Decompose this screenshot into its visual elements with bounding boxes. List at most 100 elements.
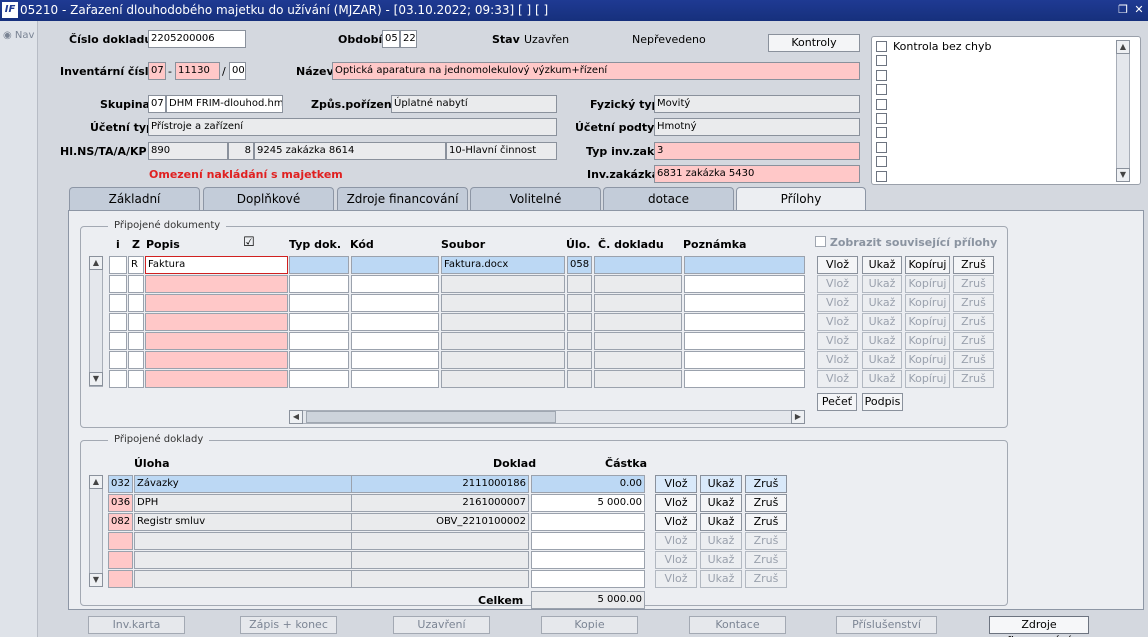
linked-show-button[interactable]: Ukaž bbox=[700, 513, 742, 531]
doc-cell-i[interactable] bbox=[109, 351, 127, 369]
doc-cell-i[interactable] bbox=[109, 370, 127, 388]
linked-castka-cell[interactable]: 5 000.00 bbox=[531, 494, 645, 512]
linked-doklad-cell[interactable] bbox=[351, 570, 529, 588]
doc-copy-button[interactable]: Kopíruj bbox=[905, 351, 950, 369]
doc-cell-kod[interactable] bbox=[351, 294, 439, 312]
linked-code-cell[interactable] bbox=[108, 532, 133, 550]
tab-prilohy[interactable]: Přílohy bbox=[736, 187, 866, 211]
doc-cell-ulo[interactable] bbox=[567, 313, 592, 331]
doc-cell-soubor[interactable] bbox=[441, 351, 565, 369]
doc-cell-cdok[interactable] bbox=[594, 370, 682, 388]
docs-scroll-left-icon[interactable]: ◀ bbox=[289, 410, 303, 424]
total-field[interactable]: 5 000.00 bbox=[531, 591, 645, 609]
doc-insert-button[interactable]: Vlož bbox=[817, 256, 858, 274]
doc-cell-i[interactable] bbox=[109, 256, 127, 274]
hlns-ns-field[interactable]: 890 bbox=[148, 142, 228, 160]
doc-cell-z[interactable] bbox=[128, 275, 144, 293]
doc-cell-kod[interactable] bbox=[351, 332, 439, 350]
doc-cell-kod[interactable] bbox=[351, 370, 439, 388]
doc-cell-pozn[interactable] bbox=[684, 313, 805, 331]
linked-code-cell[interactable]: 082 bbox=[108, 513, 133, 531]
doc-cell-z[interactable]: R bbox=[128, 256, 144, 274]
seal-button[interactable]: Pečeť bbox=[817, 393, 857, 411]
doc-cell-ulo[interactable] bbox=[567, 332, 592, 350]
tab-doplnkove[interactable]: Doplňkové bbox=[203, 187, 334, 210]
doc-cell-i[interactable] bbox=[109, 332, 127, 350]
linked-doklad-cell[interactable]: 2161000007 bbox=[351, 494, 529, 512]
linked-show-button[interactable]: Ukaž bbox=[700, 551, 742, 569]
doc-cell-i[interactable] bbox=[109, 313, 127, 331]
sign-button[interactable]: Podpis bbox=[862, 393, 903, 411]
linked-doklad-cell[interactable]: OBV_2210100002 bbox=[351, 513, 529, 531]
checks-scroll-down-icon[interactable]: ▼ bbox=[1116, 168, 1130, 182]
check-box[interactable] bbox=[876, 127, 887, 139]
hlns-a-field[interactable]: 9245 zakázka 8614 bbox=[254, 142, 446, 160]
linked-castka-cell[interactable] bbox=[531, 551, 645, 569]
doc-cell-typ[interactable] bbox=[289, 332, 349, 350]
doc-cell-popis[interactable] bbox=[145, 332, 288, 350]
doc-copy-button[interactable]: Kopíruj bbox=[905, 313, 950, 331]
group-code-field[interactable]: 07 bbox=[148, 95, 166, 113]
linked-insert-button[interactable]: Vlož bbox=[655, 551, 697, 569]
docs-scrollbar[interactable] bbox=[89, 256, 103, 387]
inv-order-field[interactable]: 6831 zakázka 5430 bbox=[654, 165, 860, 183]
doc-cell-z[interactable] bbox=[128, 370, 144, 388]
doc-insert-button[interactable]: Vlož bbox=[817, 370, 858, 388]
doc-cell-popis[interactable] bbox=[145, 370, 288, 388]
checkmark-icon[interactable]: ☑ bbox=[243, 235, 255, 250]
doc-show-button[interactable]: Ukaž bbox=[862, 332, 902, 350]
doc-delete-button[interactable]: Zruš bbox=[953, 294, 994, 312]
doc-show-button[interactable]: Ukaž bbox=[862, 370, 902, 388]
tab-zdroje-financovani[interactable]: Zdroje financování bbox=[337, 187, 468, 210]
name-field[interactable]: Optická aparatura na jednomolekulový výz… bbox=[332, 62, 860, 80]
doc-insert-button[interactable]: Vlož bbox=[817, 332, 858, 350]
physical-type-field[interactable]: Movitý bbox=[654, 95, 860, 113]
linked-castka-cell[interactable]: 0.00 bbox=[531, 475, 645, 493]
hlns-ta-field[interactable]: 8 bbox=[228, 142, 254, 160]
doc-cell-z[interactable] bbox=[128, 351, 144, 369]
doc-cell-i[interactable] bbox=[109, 294, 127, 312]
doc-number-field[interactable]: 2205200006 bbox=[148, 30, 246, 48]
doc-copy-button[interactable]: Kopíruj bbox=[905, 256, 950, 274]
check-box[interactable] bbox=[876, 55, 887, 67]
footer-button-1[interactable]: Zápis + konec bbox=[240, 616, 337, 634]
accounting-subtype-field[interactable]: Hmotný bbox=[654, 118, 860, 136]
doc-cell-kod[interactable] bbox=[351, 351, 439, 369]
linked-delete-button[interactable]: Zruš bbox=[745, 570, 787, 588]
doc-cell-kod[interactable] bbox=[351, 275, 439, 293]
tab-volitelne[interactable]: Volitelné bbox=[470, 187, 601, 210]
linked-show-button[interactable]: Ukaž bbox=[700, 570, 742, 588]
doc-cell-soubor[interactable] bbox=[441, 313, 565, 331]
doc-cell-soubor[interactable] bbox=[441, 275, 565, 293]
footer-button-0[interactable]: Inv.karta bbox=[88, 616, 185, 634]
linked-scroll-up-icon[interactable]: ▲ bbox=[89, 475, 103, 489]
doc-cell-typ[interactable] bbox=[289, 275, 349, 293]
doc-cell-cdok[interactable] bbox=[594, 313, 682, 331]
linked-delete-button[interactable]: Zruš bbox=[745, 513, 787, 531]
doc-cell-soubor[interactable] bbox=[441, 332, 565, 350]
doc-cell-typ[interactable] bbox=[289, 351, 349, 369]
doc-cell-z[interactable] bbox=[128, 332, 144, 350]
linked-castka-cell[interactable] bbox=[531, 532, 645, 550]
inventory-number-part-b[interactable]: 11130 bbox=[175, 62, 220, 80]
doc-cell-pozn[interactable] bbox=[684, 332, 805, 350]
doc-show-button[interactable]: Ukaž bbox=[862, 275, 902, 293]
doc-cell-z[interactable] bbox=[128, 313, 144, 331]
show-related-checkbox[interactable] bbox=[815, 236, 826, 247]
linked-insert-button[interactable]: Vlož bbox=[655, 570, 697, 588]
doc-cell-ulo[interactable] bbox=[567, 351, 592, 369]
linked-delete-button[interactable]: Zruš bbox=[745, 475, 787, 493]
doc-cell-ulo[interactable]: 058 bbox=[567, 256, 592, 274]
footer-button-4[interactable]: Kontace bbox=[689, 616, 786, 634]
doc-cell-typ[interactable] bbox=[289, 256, 349, 274]
inv-order-type-field[interactable]: 3 bbox=[654, 142, 860, 160]
doc-delete-button[interactable]: Zruš bbox=[953, 256, 994, 274]
doc-copy-button[interactable]: Kopíruj bbox=[905, 275, 950, 293]
show-related-option[interactable]: Zobrazit související přílohy bbox=[815, 236, 997, 249]
doc-cell-cdok[interactable] bbox=[594, 294, 682, 312]
doc-delete-button[interactable]: Zruš bbox=[953, 351, 994, 369]
linked-scrollbar[interactable] bbox=[89, 475, 103, 587]
linked-doklad-cell[interactable]: 2111000186 bbox=[351, 475, 529, 493]
doc-cell-popis[interactable] bbox=[145, 294, 288, 312]
doc-cell-ulo[interactable] bbox=[567, 370, 592, 388]
